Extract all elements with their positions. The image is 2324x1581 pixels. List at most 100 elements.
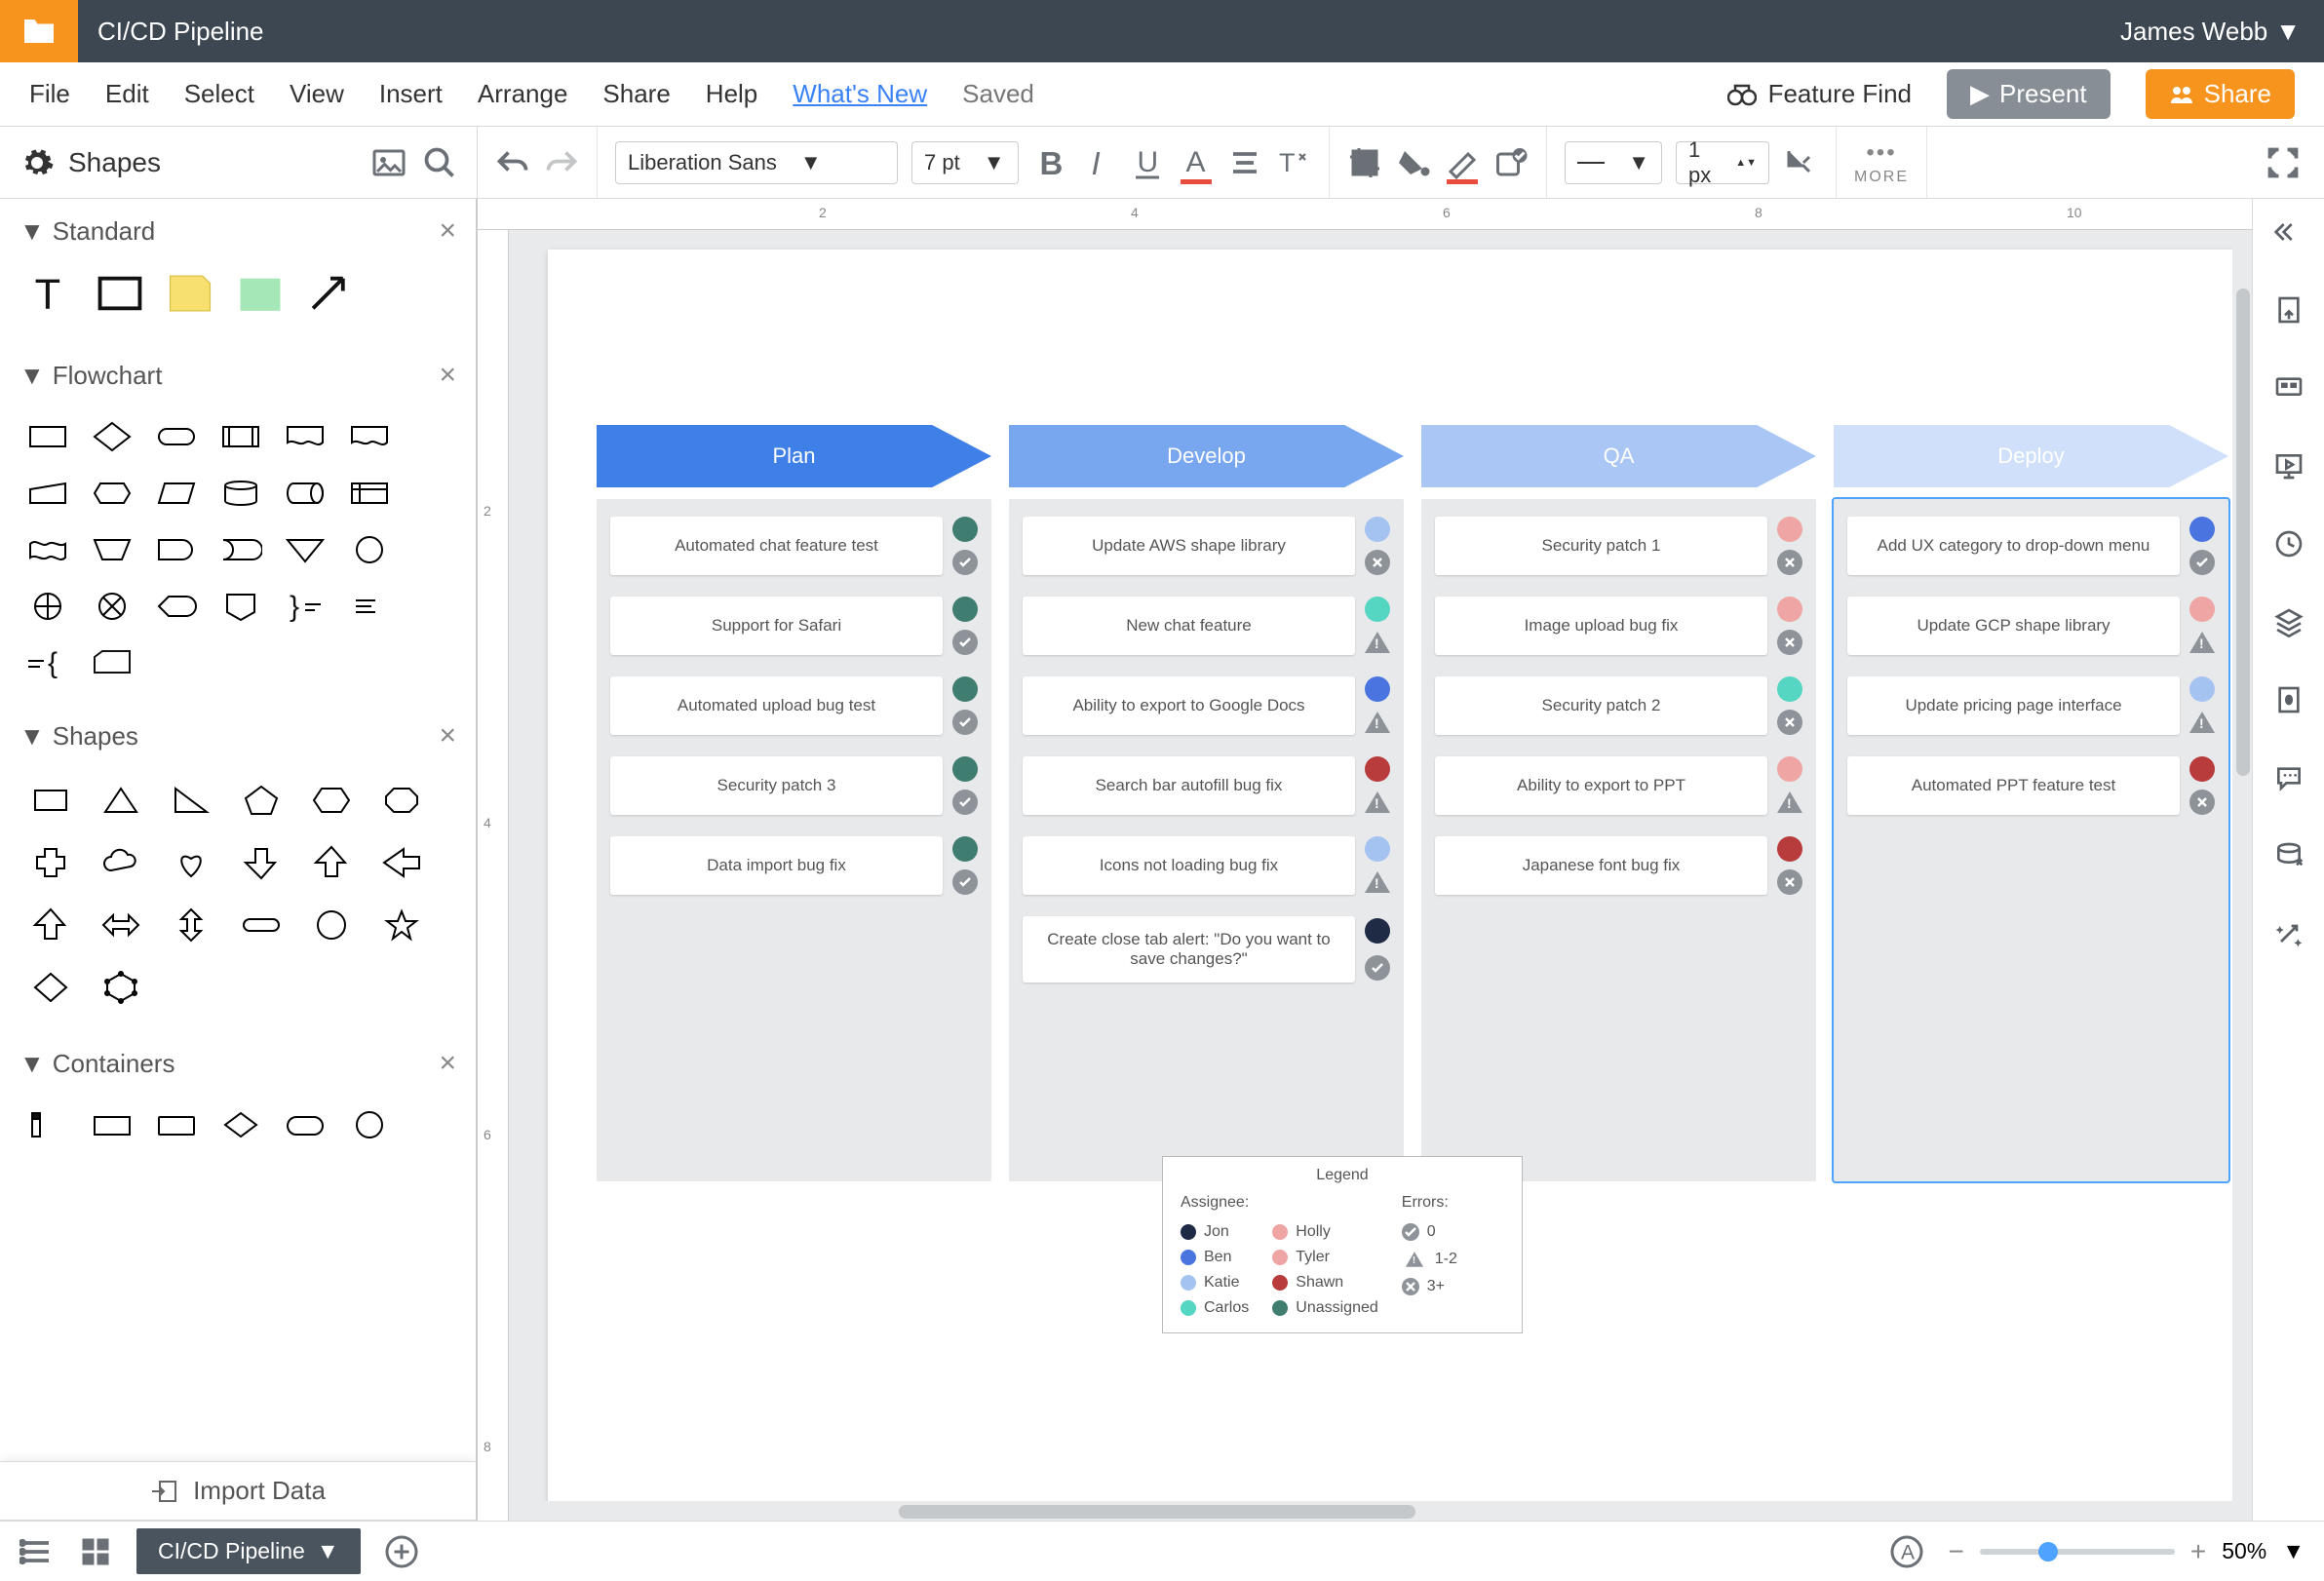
- card[interactable]: Update pricing page interface: [1847, 676, 2215, 735]
- flowchart-brace-right-icon[interactable]: }: [281, 585, 329, 628]
- page[interactable]: PlanAutomated chat feature testSupport f…: [548, 250, 2252, 1521]
- card[interactable]: Support for Safari: [610, 597, 978, 655]
- shape-hexagon-icon[interactable]: [304, 776, 359, 825]
- menu-whats-new[interactable]: What's New: [793, 79, 927, 109]
- feature-find-button[interactable]: Feature Find: [1727, 79, 1912, 109]
- column-header[interactable]: Develop: [1009, 425, 1404, 487]
- zoom-slider[interactable]: [1980, 1549, 2175, 1555]
- align-icon[interactable]: [1227, 145, 1262, 180]
- card[interactable]: Security patch 2: [1435, 676, 1802, 735]
- card[interactable]: Search bar autofill bug fix: [1023, 756, 1390, 815]
- flowchart-data-icon[interactable]: [152, 472, 201, 515]
- flowchart-delay-icon[interactable]: [152, 528, 201, 571]
- menu-edit[interactable]: Edit: [105, 79, 149, 109]
- shape-right-triangle-icon[interactable]: [164, 776, 218, 825]
- chat-icon[interactable]: [2271, 760, 2306, 795]
- user-menu[interactable]: James Webb ▼: [2120, 17, 2301, 47]
- card[interactable]: Add UX category to drop-down menu: [1847, 517, 2215, 575]
- card[interactable]: Update AWS shape library: [1023, 517, 1390, 575]
- flowchart-multidoc-icon[interactable]: [345, 415, 394, 458]
- font-color-icon[interactable]: A: [1179, 145, 1214, 180]
- card[interactable]: New chat feature: [1023, 597, 1390, 655]
- close-icon[interactable]: ×: [439, 359, 456, 392]
- close-icon[interactable]: ×: [439, 719, 456, 752]
- shape-double-h-arrow-icon[interactable]: [94, 901, 148, 949]
- column-header[interactable]: Deploy: [1834, 425, 2228, 487]
- panel-shapes-header[interactable]: ▼ Shapes ×: [0, 704, 476, 768]
- menu-view[interactable]: View: [290, 79, 344, 109]
- flowchart-paper-tape-icon[interactable]: [23, 528, 72, 571]
- column-plan[interactable]: PlanAutomated chat feature testSupport f…: [597, 425, 991, 1181]
- shape-cross-icon[interactable]: [23, 838, 78, 887]
- flowchart-manual-input-icon[interactable]: [23, 472, 72, 515]
- present-icon[interactable]: [2271, 448, 2306, 483]
- shape-arrow-left-icon[interactable]: [374, 838, 429, 887]
- container-circle-icon[interactable]: [345, 1103, 394, 1146]
- more-group[interactable]: ••• MORE: [1837, 127, 1927, 198]
- column-body[interactable]: Update AWS shape library New chat feature…: [1009, 499, 1404, 1181]
- column-develop[interactable]: Develop Update AWS shape library New chat …: [1009, 425, 1404, 1181]
- flowchart-brace-left-icon[interactable]: {: [23, 641, 72, 684]
- card[interactable]: Ability to export to Google Docs: [1023, 676, 1390, 735]
- add-page-icon[interactable]: [384, 1534, 419, 1569]
- layers-icon[interactable]: [2271, 604, 2306, 639]
- flowchart-stored-data-icon[interactable]: [216, 528, 265, 571]
- shape-cloud-icon[interactable]: [94, 838, 148, 887]
- card[interactable]: Automated upload bug test: [610, 676, 978, 735]
- document-title[interactable]: CI/CD Pipeline: [97, 17, 2120, 47]
- border-color-icon[interactable]: [1445, 145, 1480, 180]
- theme-icon[interactable]: [2271, 682, 2306, 717]
- card[interactable]: Automated chat feature test: [610, 517, 978, 575]
- shape-heart-icon[interactable]: [164, 838, 218, 887]
- shape-pentagon-icon[interactable]: [234, 776, 289, 825]
- flowchart-preparation-icon[interactable]: [88, 472, 136, 515]
- shape-double-v-arrow-icon[interactable]: [164, 901, 218, 949]
- scrollbar-horizontal[interactable]: [509, 1501, 2252, 1521]
- image-icon[interactable]: [371, 145, 407, 180]
- shape-octagon-icon[interactable]: [374, 776, 429, 825]
- italic-icon[interactable]: I: [1081, 145, 1116, 180]
- fullscreen-icon[interactable]: [2266, 145, 2301, 180]
- column-body[interactable]: Security patch 1Image upload bug fixSecu…: [1421, 499, 1816, 1181]
- card[interactable]: Japanese font bug fix: [1435, 836, 1802, 895]
- shape-pill-icon[interactable]: [234, 901, 289, 949]
- card[interactable]: Create close tab alert: "Do you want to …: [1023, 916, 1390, 983]
- close-icon[interactable]: ×: [439, 214, 456, 248]
- flowchart-decision-icon[interactable]: [88, 415, 136, 458]
- text-shape-icon[interactable]: T: [23, 271, 76, 316]
- text-size-icon[interactable]: T: [1276, 145, 1311, 180]
- flowchart-connector-icon[interactable]: [345, 528, 394, 571]
- container-swimlane-icon[interactable]: [23, 1103, 72, 1146]
- flowchart-card-icon[interactable]: [88, 641, 136, 684]
- flowchart-terminator-icon[interactable]: [152, 415, 201, 458]
- shape-star-icon[interactable]: [374, 901, 429, 949]
- flowchart-display-icon[interactable]: [152, 585, 201, 628]
- search-icon[interactable]: [422, 145, 457, 180]
- shape-circle-icon[interactable]: [304, 901, 359, 949]
- line-routing-icon[interactable]: [1783, 145, 1818, 180]
- shape-arrow-down-icon[interactable]: [234, 838, 289, 887]
- shape-rect-icon[interactable]: [23, 776, 78, 825]
- card[interactable]: Icons not loading bug fix: [1023, 836, 1390, 895]
- menu-arrange[interactable]: Arrange: [478, 79, 568, 109]
- card[interactable]: Ability to export to PPT: [1435, 756, 1802, 815]
- outline-icon[interactable]: [19, 1534, 55, 1569]
- check-shape-icon[interactable]: [1493, 145, 1529, 180]
- flowchart-sum-icon[interactable]: [88, 585, 136, 628]
- panel-containers-header[interactable]: ▼ Containers ×: [0, 1031, 476, 1096]
- present-button[interactable]: ▶ Present: [1947, 69, 2111, 119]
- panel-standard-header[interactable]: ▼ Standard ×: [0, 199, 476, 263]
- rect-shape-icon[interactable]: [94, 271, 146, 316]
- shape-arrow-up2-icon[interactable]: [23, 901, 78, 949]
- flowchart-direct-data-icon[interactable]: [281, 472, 329, 515]
- flowchart-database-icon[interactable]: [216, 472, 265, 515]
- card[interactable]: Image upload bug fix: [1435, 597, 1802, 655]
- column-body[interactable]: Add UX category to drop-down menu Update …: [1834, 499, 2228, 1181]
- card[interactable]: Automated PPT feature test: [1847, 756, 2215, 815]
- history-icon[interactable]: [2271, 526, 2306, 561]
- line-style-select[interactable]: ▼: [1565, 141, 1662, 184]
- shape-triangle-icon[interactable]: [94, 776, 148, 825]
- column-deploy[interactable]: Deploy Add UX category to drop-down menu U…: [1834, 425, 2228, 1181]
- flowchart-internal-storage-icon[interactable]: [345, 472, 394, 515]
- underline-icon[interactable]: U: [1130, 145, 1165, 180]
